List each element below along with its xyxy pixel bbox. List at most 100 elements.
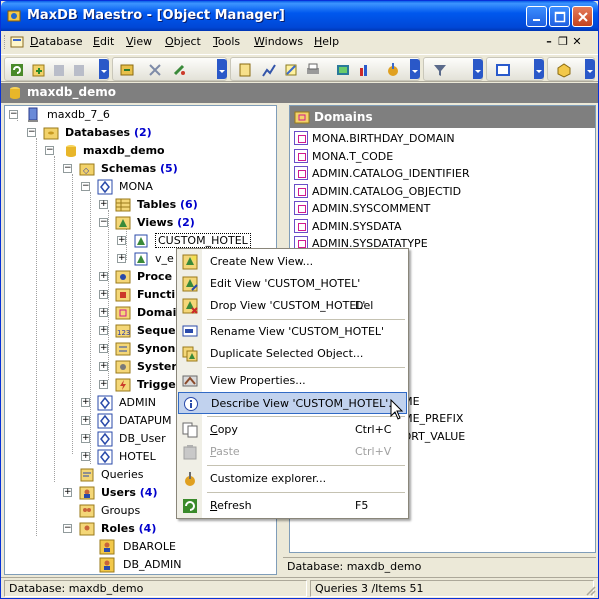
views-icon	[115, 216, 131, 230]
expand-toggle[interactable]: +	[81, 398, 90, 407]
databases-folder-icon	[43, 127, 59, 140]
expand-toggle[interactable]: +	[81, 434, 90, 443]
expand-toggle[interactable]: +	[81, 416, 90, 425]
expand-toggle[interactable]: +	[99, 272, 108, 281]
domain-name: MONA.BIRTHDAY_DOMAIN	[312, 132, 455, 145]
schemas-folder-icon: ◇	[79, 163, 95, 176]
refresh-icon[interactable]	[9, 62, 25, 78]
expand-toggle[interactable]: +	[99, 290, 108, 299]
tree-line	[36, 138, 37, 536]
menu-item-rename-view[interactable]: Rename View 'CUSTOM_HOTEL'	[178, 321, 407, 343]
database-menu-icon[interactable]	[10, 35, 24, 49]
groups-icon	[79, 504, 95, 518]
menu-item-drop-view[interactable]: Drop View 'CUSTOM_HOTEL' Del	[178, 295, 407, 317]
toolbar-overflow-5[interactable]	[534, 59, 544, 79]
toolbar-overflow-4[interactable]	[473, 59, 483, 79]
sql-editor-icon[interactable]	[237, 62, 253, 78]
toolbar-overflow-1[interactable]	[99, 59, 109, 79]
menu-item-view-properties[interactable]: View Properties...	[178, 370, 407, 392]
mdi-minimize-button[interactable]: –	[542, 35, 556, 48]
expand-toggle[interactable]: +	[81, 452, 90, 461]
menu-view[interactable]: View	[126, 35, 152, 48]
role-icon	[99, 557, 115, 573]
view-icon	[134, 252, 148, 266]
menu-item-describe-view[interactable]: Describe View 'CUSTOM_HOTEL'...	[178, 392, 407, 414]
expand-toggle[interactable]: +	[99, 380, 108, 389]
collapse-toggle[interactable]: −	[99, 218, 108, 227]
menu-item-create-view[interactable]: Create New View...	[178, 251, 407, 273]
title-bar[interactable]: MaxDB Maestro - [Object Manager]	[1, 1, 598, 31]
toolbar-group-5	[486, 57, 544, 81]
collapse-toggle[interactable]: −	[9, 110, 18, 119]
plug-icon[interactable]	[171, 62, 187, 78]
schema-icon	[97, 179, 113, 195]
users-icon	[79, 486, 95, 500]
domain-name: ADMIN.CATALOG_IDENTIFIER	[312, 167, 470, 180]
menu-object[interactable]: Object	[165, 35, 201, 48]
copy-icon	[182, 422, 198, 438]
expand-toggle[interactable]: +	[117, 254, 126, 263]
menu-item-refresh[interactable]: Refresh F5	[178, 495, 407, 517]
selected-node-label: CUSTOM_HOTEL	[155, 233, 251, 248]
expand-toggle[interactable]: +	[99, 362, 108, 371]
paste-icon	[183, 445, 197, 460]
collapse-toggle[interactable]: −	[27, 128, 36, 137]
minimize-button[interactable]	[526, 6, 547, 27]
menu-database[interactable]: Database	[30, 35, 83, 48]
menu-tools[interactable]: Tools	[213, 35, 240, 48]
domain-icon	[294, 148, 308, 163]
export-icon[interactable]	[335, 62, 351, 78]
connect-icon[interactable]	[119, 62, 135, 78]
expand-toggle[interactable]: +	[117, 236, 126, 245]
package-icon[interactable]	[556, 62, 572, 78]
chart-icon[interactable]	[261, 62, 277, 78]
mdi-restore-button[interactable]: ❐	[556, 35, 570, 48]
collapse-toggle[interactable]: −	[45, 146, 54, 155]
disconnect-icon[interactable]	[147, 62, 163, 78]
tree-line	[108, 210, 109, 380]
procedures-icon	[115, 270, 131, 284]
properties-icon	[182, 375, 198, 387]
expand-toggle[interactable]: +	[99, 326, 108, 335]
script-icon[interactable]	[283, 62, 299, 78]
window-icon[interactable]	[495, 62, 511, 78]
menu-item-customize-explorer[interactable]: Customize explorer...	[178, 468, 407, 490]
filter-icon[interactable]	[432, 62, 448, 78]
collapse-toggle[interactable]: −	[81, 182, 90, 191]
toolbar-overflow-3[interactable]	[410, 59, 420, 79]
tree-line	[90, 192, 91, 464]
resize-grip-icon[interactable]	[584, 584, 596, 596]
mdi-close-button[interactable]: ✕	[570, 35, 584, 48]
report-icon[interactable]	[357, 62, 373, 78]
expand-toggle[interactable]: +	[99, 308, 108, 317]
schema-icon	[97, 431, 113, 447]
delete-object-icon[interactable]	[71, 62, 87, 78]
print-icon[interactable]	[305, 62, 321, 78]
expand-toggle[interactable]: +	[99, 200, 108, 209]
tools-icon[interactable]	[385, 62, 401, 78]
expand-toggle[interactable]: +	[63, 488, 72, 497]
menu-windows[interactable]: Windows	[254, 35, 303, 48]
edit-object-icon[interactable]	[51, 62, 67, 78]
collapse-toggle[interactable]: −	[63, 164, 72, 173]
menu-item-duplicate-object[interactable]: Duplicate Selected Object...	[178, 343, 407, 365]
app-window: MaxDB Maestro - [Object Manager] Databas…	[0, 0, 599, 599]
domain-icon	[294, 131, 308, 145]
expand-toggle[interactable]: +	[99, 344, 108, 353]
add-object-icon[interactable]	[31, 62, 47, 78]
toolbar-overflow-6[interactable]	[585, 59, 595, 79]
menu-edit[interactable]: Edit	[93, 35, 114, 48]
toolbar-overflow-2[interactable]	[217, 59, 227, 79]
menu-separator	[207, 492, 405, 493]
context-menu: Create New View... Edit View 'CUSTOM_HOT…	[176, 248, 409, 519]
close-button[interactable]	[572, 6, 593, 27]
menu-help[interactable]: Help	[314, 35, 339, 48]
shortcut-del: Del	[355, 299, 374, 312]
maximize-button[interactable]	[549, 6, 570, 27]
menu-item-copy[interactable]: Copy Ctrl+C	[178, 419, 407, 441]
triggers-icon	[115, 378, 131, 392]
domains-folder-icon	[294, 111, 310, 124]
roles-icon	[79, 522, 95, 536]
collapse-toggle[interactable]: −	[63, 524, 72, 533]
menu-item-edit-view[interactable]: Edit View 'CUSTOM_HOTEL'	[178, 273, 407, 295]
